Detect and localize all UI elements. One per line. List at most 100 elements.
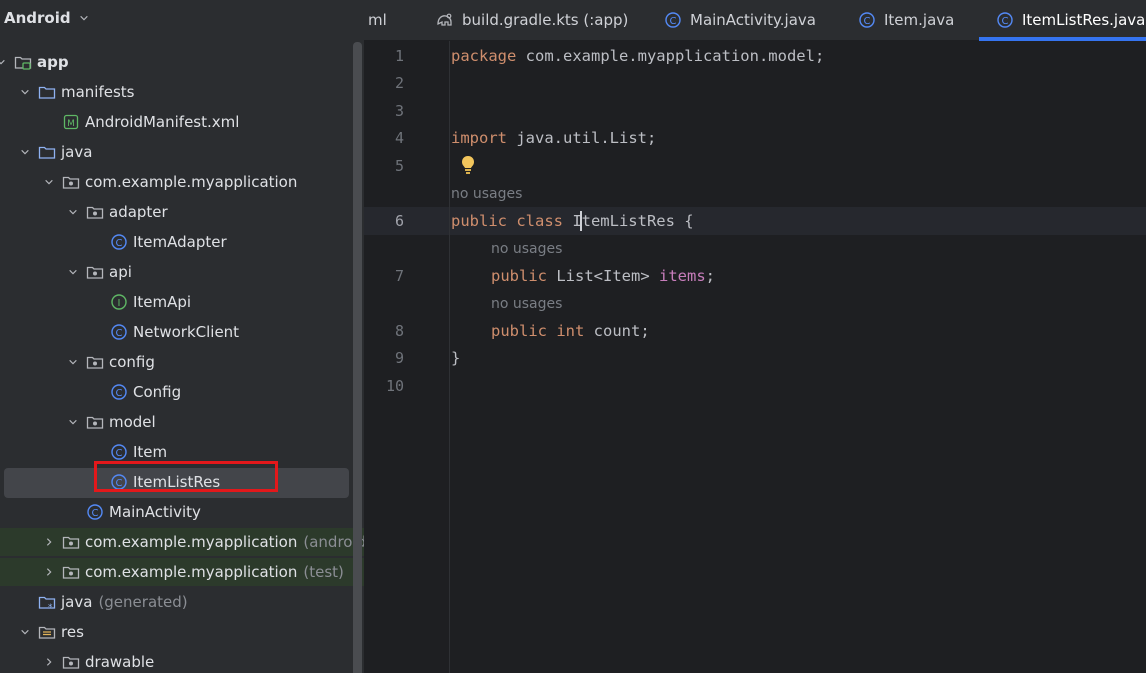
code-line-9[interactable]: } xyxy=(451,348,460,368)
annotation-highlight-box xyxy=(94,461,278,492)
tree-item-label: Item xyxy=(133,443,168,461)
tree-item-manifests[interactable]: manifests xyxy=(0,78,364,106)
code-text: } xyxy=(451,349,461,367)
svg-text:C: C xyxy=(116,328,123,339)
class-icon: C xyxy=(110,323,128,341)
code-line-8[interactable]: public int count; xyxy=(491,321,650,341)
tree-item-model[interactable]: model xyxy=(0,408,364,436)
chevron-down-icon[interactable] xyxy=(68,417,78,427)
chevron-right-icon[interactable] xyxy=(44,657,54,667)
svg-text:M: M xyxy=(67,119,75,129)
code-keyword: public class xyxy=(451,212,563,230)
code-line-1[interactable]: package com.example.myapplication.model; xyxy=(451,46,824,66)
project-view-selector[interactable]: Android xyxy=(0,0,364,36)
tree-item-drawable[interactable]: drawable xyxy=(0,648,364,673)
tree-item-label: java (generated) xyxy=(61,593,188,611)
tree-item-label: com.example.myapplication (test) xyxy=(85,563,344,581)
line-number: 9 xyxy=(394,349,404,367)
tree-item-label: ItemApi xyxy=(133,293,192,311)
line-number: 3 xyxy=(394,102,404,120)
code-line-7[interactable]: public List<Item> items; xyxy=(491,266,715,286)
package-icon xyxy=(62,533,80,551)
chevron-down-icon[interactable] xyxy=(0,57,6,67)
package-icon xyxy=(86,263,104,281)
code-text: com.example.myapplication.model; xyxy=(516,47,825,65)
chevron-right-icon[interactable] xyxy=(44,537,54,547)
tree-item-label: com.example.myapplication(androidTest) xyxy=(85,533,364,551)
tree-item-suffix: (test) xyxy=(303,563,344,581)
inlay-hint-usages[interactable]: no usages xyxy=(451,185,522,203)
tree-item-com-example-myapplication[interactable]: com.example.myapplication (test) xyxy=(0,558,364,586)
tree-item-com-example-myapplication[interactable]: com.example.myapplication(androidTest) xyxy=(0,528,364,556)
project-panel-scrollbar[interactable] xyxy=(353,42,362,673)
code-text: java.util.List; xyxy=(507,129,657,147)
editor-tab-bar: ml build.gradle.kts (:app) C MainActivity.j… xyxy=(364,0,1146,41)
chevron-down-icon[interactable] xyxy=(68,207,78,217)
tab-mainactivity-java[interactable]: C MainActivity.java xyxy=(664,0,816,40)
tree-item-label: MainActivity xyxy=(109,503,201,521)
package-icon xyxy=(62,653,80,671)
tree-item-res[interactable]: res xyxy=(0,618,364,646)
chevron-down-icon[interactable] xyxy=(68,357,78,367)
tree-item-label: api xyxy=(109,263,132,281)
code-text: ; xyxy=(640,322,650,340)
tree-item-label: com.example.myapplication xyxy=(85,173,298,191)
tree-item-itemadapter[interactable]: C ItemAdapter xyxy=(0,228,364,256)
tree-item-app[interactable]: app xyxy=(0,48,364,76)
inlay-hint-usages[interactable]: no usages xyxy=(491,295,562,313)
code-text: List<Item> xyxy=(547,267,650,285)
package-icon xyxy=(86,203,104,221)
tree-item-label: model xyxy=(109,413,156,431)
tree-item-mainactivity[interactable]: C MainActivity xyxy=(0,498,364,526)
code-field: count xyxy=(584,322,641,340)
chevron-down-icon[interactable] xyxy=(20,147,30,157)
class-icon: C xyxy=(110,383,128,401)
class-icon: C xyxy=(86,503,104,521)
tree-item-itemapi[interactable]: I ItemApi xyxy=(0,288,364,316)
tab-ml[interactable]: ml xyxy=(368,0,387,40)
lightbulb-icon[interactable] xyxy=(459,154,477,176)
tree-item-config[interactable]: C Config xyxy=(0,378,364,406)
tab-label: ml xyxy=(368,11,387,29)
tree-item-adapter[interactable]: adapter xyxy=(0,198,364,226)
chevron-down-icon[interactable] xyxy=(44,177,54,187)
line-number: 4 xyxy=(394,129,404,147)
tab-itemlistres-java[interactable]: C ItemListRes.java xyxy=(996,0,1145,40)
code-text: { xyxy=(674,212,694,230)
tree-item-label: ItemAdapter xyxy=(133,233,227,251)
chevron-down-icon[interactable] xyxy=(20,627,30,637)
code-field: items xyxy=(649,267,706,285)
tab-build-gradle-kts-app-[interactable]: build.gradle.kts (:app) xyxy=(436,0,628,40)
svg-text:C: C xyxy=(864,16,871,27)
tree-item-api[interactable]: api xyxy=(0,258,364,286)
package-icon xyxy=(86,353,104,371)
tree-item-config[interactable]: config xyxy=(0,348,364,376)
line-number: 7 xyxy=(394,267,404,285)
line-number: 2 xyxy=(394,74,404,92)
folder-icon xyxy=(38,143,56,161)
project-panel: Android app manifests M AndroidManifest.xml… xyxy=(0,0,364,673)
tree-item-label: drawable xyxy=(85,653,155,671)
tree-item-androidmanifest-xml[interactable]: M AndroidManifest.xml xyxy=(0,108,364,136)
chevron-down-icon[interactable] xyxy=(68,267,78,277)
code-line-4[interactable]: import java.util.List; xyxy=(451,128,656,148)
code-line-6[interactable]: public class ItemListRes { xyxy=(451,211,694,231)
tab-item-java[interactable]: C Item.java xyxy=(858,0,954,40)
inlay-hint-usages[interactable]: no usages xyxy=(491,240,562,258)
chevron-right-icon[interactable] xyxy=(44,567,54,577)
text-caret xyxy=(580,211,582,231)
resource-folder-icon xyxy=(38,623,56,641)
svg-text:I: I xyxy=(118,298,121,309)
tree-item-networkclient[interactable]: C NetworkClient xyxy=(0,318,364,346)
tree-item-java[interactable]: * java (generated) xyxy=(0,588,364,616)
tree-item-label: manifests xyxy=(61,83,135,101)
chevron-down-icon xyxy=(79,13,89,23)
tab-label: ItemListRes.java xyxy=(1022,11,1146,29)
tree-item-com-example-myapplication[interactable]: com.example.myapplication xyxy=(0,168,364,196)
tree-item-label: NetworkClient xyxy=(133,323,240,341)
tree-item-java[interactable]: java xyxy=(0,138,364,166)
svg-text:C: C xyxy=(116,238,123,249)
class-icon: C xyxy=(110,233,128,251)
tree-item-label: adapter xyxy=(109,203,168,221)
chevron-down-icon[interactable] xyxy=(20,87,30,97)
